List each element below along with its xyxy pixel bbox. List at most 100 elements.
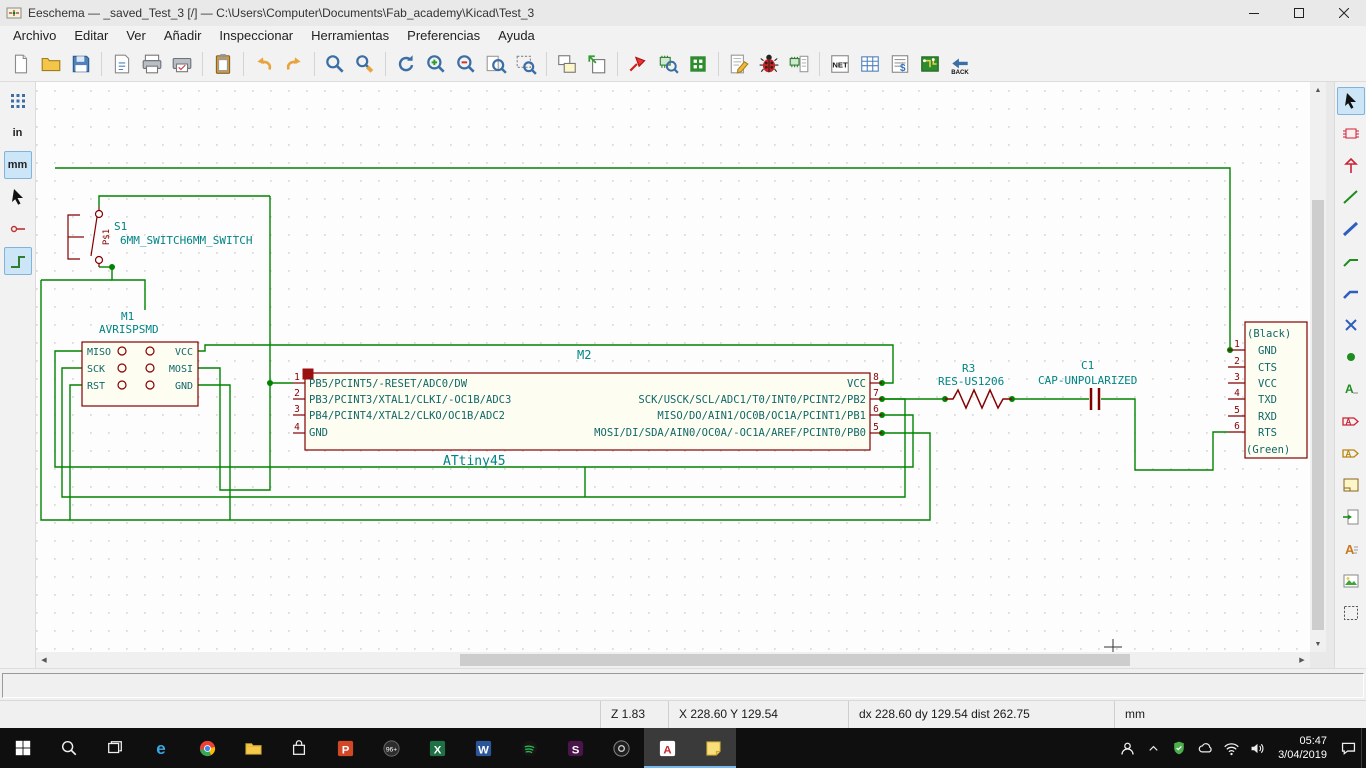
place-wire-button[interactable] <box>1337 183 1365 211</box>
print-button[interactable] <box>137 49 167 79</box>
bus-to-bus-entry-button[interactable] <box>1337 279 1365 307</box>
hidden-pins-button[interactable] <box>4 215 32 243</box>
run-pcbnew-button[interactable] <box>915 49 945 79</box>
spotify-button[interactable] <box>506 728 552 768</box>
paste-icon <box>215 53 231 74</box>
powerpoint-button[interactable]: P <box>322 728 368 768</box>
global-label-button[interactable]: A <box>1337 407 1365 435</box>
new-schematic-button[interactable] <box>6 49 36 79</box>
find-replace-button[interactable] <box>350 49 380 79</box>
taskbar-search-button[interactable] <box>46 728 92 768</box>
zoom-in-button[interactable] <box>421 49 451 79</box>
generate-netlist-button[interactable]: NET <box>825 49 855 79</box>
symbol-browser-button[interactable] <box>653 49 683 79</box>
menu-preferencias[interactable]: Preferencias <box>398 26 489 46</box>
hierarchy-navigator-button[interactable] <box>552 49 582 79</box>
recorder-button[interactable] <box>598 728 644 768</box>
redo-button[interactable] <box>279 49 309 79</box>
show-hidden-icons-button[interactable] <box>1140 728 1166 768</box>
edge-button[interactable]: e <box>138 728 184 768</box>
page-settings-button[interactable] <box>107 49 137 79</box>
paste-button[interactable] <box>208 49 238 79</box>
undo-button[interactable] <box>249 49 279 79</box>
import-sheet-pin-button[interactable] <box>1337 503 1365 531</box>
notes-button[interactable] <box>690 728 736 768</box>
slack-button[interactable]: S <box>552 728 598 768</box>
delete-tool-button[interactable] <box>1337 599 1365 627</box>
svg-text:A: A <box>1345 450 1351 459</box>
show-desktop-button[interactable] <box>1361 728 1366 768</box>
generate-bom-button[interactable]: $ <box>885 49 915 79</box>
place-junction-button[interactable] <box>1337 343 1365 371</box>
close-button[interactable] <box>1321 0 1366 26</box>
back-annotate-button[interactable]: BACK <box>945 49 975 79</box>
scroll-right-arrow[interactable]: ▶ <box>1294 652 1310 668</box>
net-label-button[interactable]: A <box>1337 375 1365 403</box>
footprint-editor-button[interactable] <box>683 49 713 79</box>
place-image-button[interactable] <box>1337 567 1365 595</box>
hierarchical-label-button[interactable]: A <box>1337 439 1365 467</box>
chrome-button[interactable] <box>184 728 230 768</box>
user-tray-button[interactable] <box>1114 728 1140 768</box>
vertical-scrollbar[interactable]: ▲ ▼ <box>1310 82 1326 652</box>
horizontal-scroll-thumb[interactable] <box>460 654 1130 666</box>
word-button[interactable]: W <box>460 728 506 768</box>
hv-wires-button[interactable] <box>3 247 32 275</box>
units-mm-button[interactable]: mm <box>3 151 32 179</box>
vertical-scroll-thumb[interactable] <box>1312 200 1324 630</box>
symbol-editor-button[interactable] <box>623 49 653 79</box>
maximize-button[interactable] <box>1276 0 1321 26</box>
horizontal-scrollbar[interactable]: ◀ ▶ <box>36 652 1310 668</box>
erc-check-button[interactable] <box>754 49 784 79</box>
place-symbol-button[interactable] <box>1337 119 1365 147</box>
save-button[interactable] <box>66 49 96 79</box>
schematic-drawing[interactable]: P$1 S1 6MM_SWITCH6MM_SWITCH M1 AVRISPSMD… <box>36 82 1310 652</box>
wire-to-bus-entry-button[interactable] <box>1337 247 1365 275</box>
edit-symbol-fields-button[interactable] <box>855 49 885 79</box>
menu-archivo[interactable]: Archivo <box>4 26 65 46</box>
file-explorer-button[interactable] <box>230 728 276 768</box>
leave-sheet-button[interactable] <box>582 49 612 79</box>
hierarchical-sheet-button[interactable] <box>1337 471 1365 499</box>
scroll-left-arrow[interactable]: ◀ <box>36 652 52 668</box>
scroll-down-arrow[interactable]: ▼ <box>1310 636 1326 652</box>
taskbar-clock[interactable]: 05:47 3/04/2019 <box>1270 734 1335 763</box>
open-schematic-button[interactable] <box>36 49 66 79</box>
menu-inspeccionar[interactable]: Inspeccionar <box>210 26 302 46</box>
select-tool-button[interactable] <box>1336 87 1365 115</box>
grid-toggle-button[interactable] <box>4 87 32 115</box>
scroll-up-arrow[interactable]: ▲ <box>1310 82 1326 98</box>
cursor-shape-button[interactable] <box>4 183 32 211</box>
redraw-button[interactable] <box>391 49 421 79</box>
menu-anadir[interactable]: Añadir <box>155 26 211 46</box>
store-button[interactable] <box>276 728 322 768</box>
network-tray-button[interactable] <box>1218 728 1244 768</box>
units-inches-button[interactable]: in <box>4 119 32 147</box>
assign-footprints-button[interactable] <box>784 49 814 79</box>
task-view-button[interactable] <box>92 728 138 768</box>
antivirus-tray-button[interactable] <box>1166 728 1192 768</box>
action-center-button[interactable] <box>1335 728 1361 768</box>
zoom-selection-button[interactable] <box>511 49 541 79</box>
annotate-button[interactable] <box>724 49 754 79</box>
zoom-fit-button[interactable] <box>481 49 511 79</box>
menu-herramientas[interactable]: Herramientas <box>302 26 398 46</box>
messages-button[interactable]: 96+ <box>368 728 414 768</box>
menu-ayuda[interactable]: Ayuda <box>489 26 544 46</box>
acrobat-button[interactable]: A <box>644 728 690 768</box>
onedrive-tray-button[interactable] <box>1192 728 1218 768</box>
zoom-out-button[interactable] <box>451 49 481 79</box>
place-bus-button[interactable] <box>1337 215 1365 243</box>
no-connect-button[interactable] <box>1337 311 1365 339</box>
volume-tray-button[interactable] <box>1244 728 1270 768</box>
place-text-button[interactable]: A <box>1337 535 1365 563</box>
place-power-button[interactable] <box>1337 151 1365 179</box>
schematic-canvas[interactable]: P$1 S1 6MM_SWITCH6MM_SWITCH M1 AVRISPSMD… <box>36 82 1310 652</box>
excel-button[interactable]: X <box>414 728 460 768</box>
find-button[interactable] <box>320 49 350 79</box>
plot-button[interactable] <box>167 49 197 79</box>
menu-ver[interactable]: Ver <box>117 26 155 46</box>
minimize-button[interactable] <box>1231 0 1276 26</box>
menu-editar[interactable]: Editar <box>65 26 117 46</box>
start-button[interactable] <box>0 728 46 768</box>
